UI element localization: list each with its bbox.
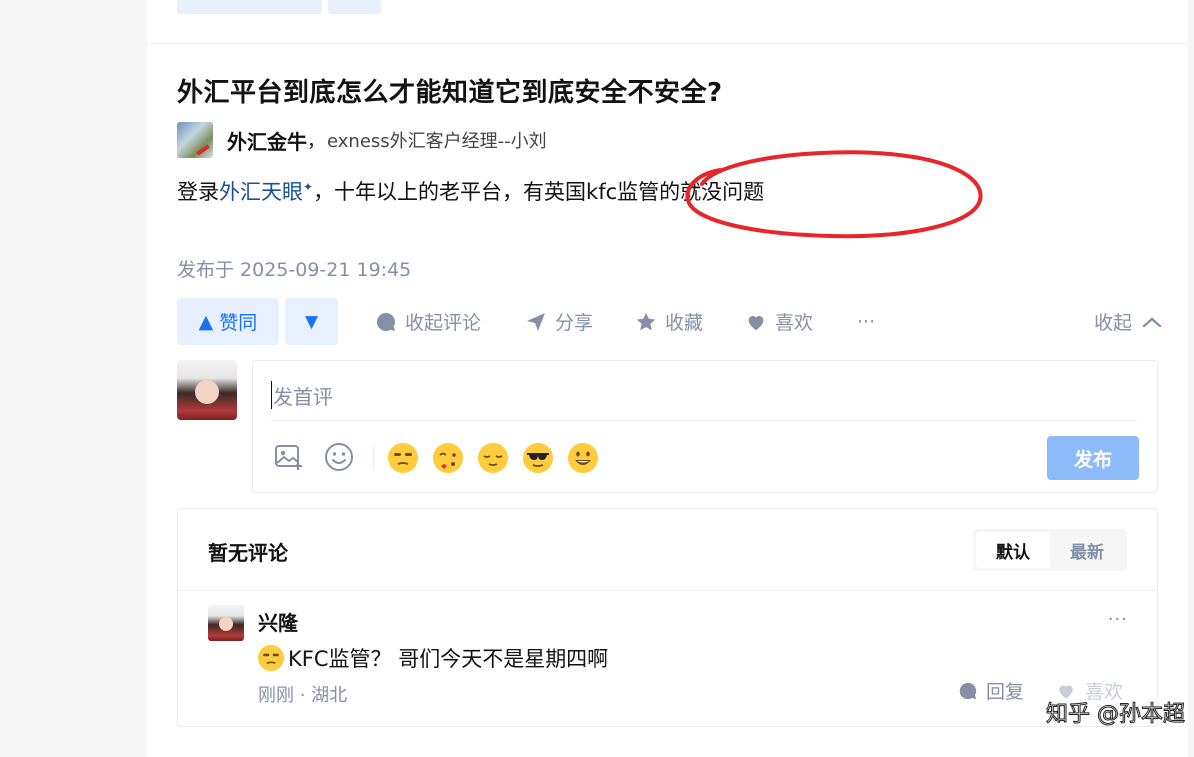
answer-suffix: ，十年以上的老平台，有英国kfc监管的就没问题 (313, 180, 765, 204)
comments-header: 暂无评论 默认 最新 (178, 509, 1157, 591)
current-user-avatar[interactable] (177, 360, 237, 420)
favorite-button[interactable]: 收藏 (635, 298, 703, 345)
share-plane-icon (527, 312, 545, 331)
smirk-emoji-icon (258, 645, 284, 671)
previous-vote-down-button[interactable] (328, 0, 381, 14)
comment-bubble-icon (959, 682, 977, 699)
publish-time: 发布于 2025-09-21 19:45 (177, 259, 412, 281)
publish-comment-button[interactable]: 发布 (1047, 436, 1139, 480)
sort-default-option[interactable]: 默认 (976, 532, 1050, 568)
kiss-emoji-icon[interactable] (433, 443, 463, 473)
commenter-name[interactable]: 兴隆 (258, 607, 298, 636)
collapse-comments-label: 收起评论 (405, 312, 482, 334)
comments-panel: 暂无评论 默认 最新 兴隆 ··· KFC监管？ 哥们今天不是星期四啊 刚刚 ·… (177, 508, 1158, 727)
collapse-label: 收起 (1093, 312, 1132, 334)
question-title[interactable]: 外汇平台到底怎么才能知道它到底安全不安全? (177, 72, 723, 109)
link-spark-icon: ✦ (303, 180, 314, 194)
comment-body: KFC监管？ 哥们今天不是星期四啊 (258, 643, 608, 673)
answer-card: 外汇平台到底怎么才能知道它到底安全不安全? 外汇金牛 ， exness外汇客户经… (147, 0, 1188, 757)
previous-vote-up-button[interactable] (177, 0, 322, 14)
heart-icon (748, 315, 764, 330)
sort-latest-option[interactable]: 最新 (1050, 532, 1124, 568)
vote-up-button[interactable]: ▲ 赞同 (177, 298, 279, 345)
previous-answer-footer (147, 0, 1188, 44)
vote-up-label: 赞同 (219, 312, 258, 334)
like-button[interactable]: 喜欢 (745, 298, 813, 345)
comment-input[interactable]: 发首评 (271, 377, 1137, 421)
text-caret (271, 381, 272, 409)
commenter-avatar[interactable] (208, 605, 244, 641)
collapse-comments-button[interactable]: 收起评论 (375, 298, 481, 345)
comment-placeholder: 发首评 (273, 385, 333, 409)
sunglasses-emoji-icon[interactable] (523, 443, 553, 473)
comment-sort-toggle: 默认 最新 (973, 529, 1127, 571)
collapse-answer-button[interactable]: 收起 (1094, 298, 1162, 345)
author-separator: ， (307, 131, 325, 152)
comments-empty-title: 暂无评论 (208, 541, 288, 565)
answer-content: 登录外汇天眼✦，十年以上的老平台，有英国kfc监管的就没问题 (177, 176, 764, 206)
comment-reply-label: 回复 (986, 681, 1025, 703)
triangle-down-icon: ▼ (304, 311, 319, 332)
share-label: 分享 (555, 312, 594, 334)
author-info: 外汇金牛 ， exness外汇客户经理--小刘 (177, 122, 547, 158)
grin-emoji-icon[interactable] (568, 443, 598, 473)
answer-prefix: 登录 (177, 180, 219, 204)
author-avatar[interactable] (177, 122, 213, 158)
chevron-up-icon (1142, 316, 1162, 327)
emoji-picker-icon[interactable] (323, 441, 355, 473)
share-button[interactable]: 分享 (525, 298, 593, 345)
watermark-text: 知乎 @孙本超 (1046, 702, 1186, 728)
more-actions-button[interactable]: ··· (857, 298, 875, 345)
answer-link[interactable]: 外汇天眼 (219, 180, 303, 204)
insert-image-icon[interactable] (273, 441, 305, 473)
author-name[interactable]: 外汇金牛 (227, 126, 307, 155)
favorite-label: 收藏 (665, 312, 704, 334)
comment-reply-button[interactable]: 回复 (958, 677, 1024, 704)
triangle-up-icon: ▲ (198, 310, 214, 333)
comment-meta: 刚刚 · 湖北 (258, 685, 348, 706)
vote-down-button[interactable]: ▼ (285, 298, 338, 345)
comment-item: 兴隆 ··· KFC监管？ 哥们今天不是星期四啊 刚刚 · 湖北 回复 喜欢 (208, 605, 1128, 715)
smirk-emoji-icon[interactable] (388, 443, 418, 473)
comment-editor: 发首评 发布 (252, 360, 1158, 493)
star-icon (636, 312, 656, 330)
comment-text: KFC监管？ 哥们今天不是星期四啊 (288, 647, 609, 671)
more-dots-icon: ··· (857, 310, 876, 333)
author-headline: exness外汇客户经理--小刘 (327, 131, 547, 152)
comment-more-button[interactable]: ··· (1108, 609, 1128, 630)
action-bar: ▲ 赞同 ▼ 收起评论 分享 收藏 喜欢 ··· 收起 (177, 298, 1162, 345)
like-label: 喜欢 (775, 312, 814, 334)
comment-bubble-icon (376, 312, 395, 331)
content-emoji-icon[interactable] (478, 443, 508, 473)
toolbar-divider (373, 445, 374, 469)
